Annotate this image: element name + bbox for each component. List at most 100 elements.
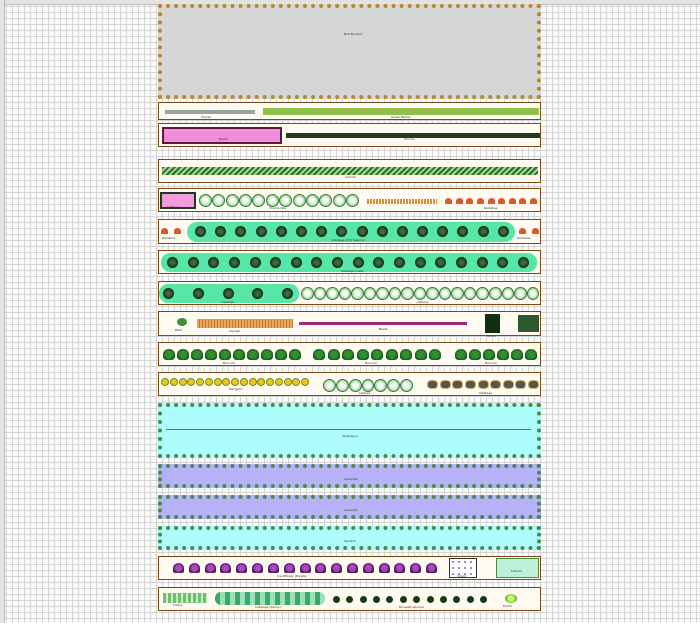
beets-row[interactable] — [299, 322, 467, 325]
plant-label: Spinach — [344, 539, 356, 543]
chamomile-row[interactable] — [199, 193, 359, 207]
marigold-plant — [187, 377, 196, 386]
plant-label: Brussels Sprouts — [399, 605, 424, 609]
plant-label: Lettuce — [167, 205, 179, 209]
plant-label: Cabbage (Savoy) — [255, 605, 281, 609]
carrot-strip[interactable] — [367, 199, 437, 204]
garden-bed-16[interactable]: Cauliflower (Purple) Chard Lettuce — [158, 556, 541, 580]
plant-label: Green Beans — [391, 115, 411, 119]
lettuce-plant — [413, 287, 427, 300]
garden-bed-4[interactable]: Carrots — [158, 159, 541, 183]
lettuce-plant — [463, 287, 477, 300]
cabbage-plant — [332, 256, 344, 268]
marigold-plant — [266, 377, 274, 386]
radishes-right[interactable] — [519, 227, 539, 235]
radish-plant — [455, 198, 463, 204]
cabbage-plant — [208, 256, 220, 268]
broccoli-plant — [261, 348, 273, 360]
cauliflower-plant — [236, 563, 248, 573]
plant-label: Celery — [173, 603, 183, 607]
lettuce-plant — [426, 287, 439, 300]
lettuce-plant — [476, 287, 489, 300]
cabbage-plant — [455, 256, 467, 268]
cabbage-plant — [477, 225, 489, 237]
cauliflower-purple-row[interactable] — [173, 562, 437, 574]
broccoli-row-1[interactable] — [163, 347, 301, 361]
garden-bed-6[interactable]: Radishes Cabbage (Mid Season) Radishes — [158, 219, 541, 244]
radish-plant — [532, 228, 539, 234]
broccoli-row-2[interactable] — [313, 347, 441, 361]
plant-label: Marigold — [229, 387, 242, 391]
garden-bed-11[interactable]: Marigold Lettuce Potatoes — [158, 372, 541, 396]
marigold-plant — [301, 377, 309, 386]
marigold-row[interactable] — [161, 377, 309, 386]
broccoli-plant — [497, 348, 509, 360]
marigold-plant — [239, 377, 248, 386]
plant-label: Cabbage (Late) — [341, 269, 365, 273]
lettuce-box[interactable] — [518, 315, 539, 332]
plant-label: Cabbage (Mid Season) — [331, 238, 365, 242]
lettuce-row[interactable] — [323, 378, 414, 392]
cabbage-plant — [167, 256, 178, 268]
sprout-plant — [466, 595, 474, 603]
sprout-plant — [426, 595, 434, 603]
lettuce-row[interactable] — [301, 287, 540, 300]
garden-bed-5[interactable]: Lettuce Chamomile Radishes — [158, 188, 541, 212]
lettuce-patch[interactable] — [496, 558, 539, 578]
garden-bed-12[interactable]: Asparagus — [158, 403, 541, 458]
garden-bed-10[interactable]: Broccoli Broccoli Broccoli — [158, 342, 541, 366]
broccoli-plant — [327, 348, 340, 360]
lettuce-plant — [400, 378, 414, 392]
cabbage-plant — [187, 256, 199, 268]
radish-plant — [508, 198, 516, 204]
basil-plant[interactable] — [177, 318, 187, 326]
beets-patch[interactable] — [162, 127, 282, 144]
plant-label: Lavender — [344, 508, 359, 512]
celery-row[interactable] — [163, 593, 207, 603]
garden-bed-13[interactable]: Lavender — [158, 464, 541, 488]
plant-label: Broccoli — [365, 361, 377, 365]
garden-bed-15[interactable]: Spinach — [158, 526, 541, 550]
garden-bed-3[interactable]: Beets Onions — [158, 123, 541, 147]
brussels-sprouts-row[interactable] — [333, 595, 487, 603]
cauliflower-plant — [204, 563, 216, 573]
green-beans-row[interactable] — [263, 108, 539, 115]
plant-label: Beets — [219, 137, 228, 141]
cabbage-savoy-row[interactable] — [215, 592, 325, 605]
chamomile-plant — [332, 193, 346, 207]
cauliflower-plant — [346, 563, 358, 573]
cabbage-plant — [396, 225, 408, 237]
garden-bed-9[interactable]: Basil Squash Beets Onion — [158, 311, 541, 338]
lettuce-plant — [338, 287, 352, 300]
plant-label: Potatoes — [479, 391, 492, 395]
herb-plant[interactable] — [505, 594, 517, 603]
squash-row[interactable] — [197, 319, 293, 328]
radish-plant — [519, 198, 527, 204]
lettuce-plant — [488, 287, 502, 300]
garden-bed-17[interactable]: Celery Cabbage (Savoy) Brussels Sprouts … — [158, 587, 541, 611]
broccoli-plant — [275, 348, 287, 360]
radishes-row[interactable] — [445, 197, 537, 205]
radishes-left[interactable] — [161, 227, 181, 235]
garden-bed-7[interactable]: Cabbage (Late) — [158, 250, 541, 274]
potatoes-row[interactable] — [427, 380, 539, 389]
bed-label: Bed Borders — [344, 32, 363, 36]
carrots-row[interactable] — [162, 167, 538, 175]
garden-bed-14[interactable]: Lavender — [158, 495, 541, 519]
broccoli-plant — [219, 348, 231, 360]
garden-bed-1[interactable]: Bed Borders — [158, 4, 541, 99]
cabbage-plants — [163, 287, 293, 300]
plant-label: Cauliflower (Purple) — [277, 574, 307, 578]
cabbage-plant — [282, 288, 293, 299]
cabbage-plant — [290, 256, 302, 268]
sprout-plant — [359, 595, 367, 603]
garden-bed-2[interactable]: Chives Green Beans — [158, 102, 541, 120]
marigold-plant — [178, 377, 187, 386]
cabbage-plant — [249, 256, 261, 268]
garden-bed-8[interactable]: Cabbage Lettuce — [158, 281, 541, 305]
broccoli-row-3[interactable] — [455, 347, 537, 361]
chives-row[interactable] — [165, 110, 255, 114]
cabbage-plant — [215, 225, 227, 237]
onion-box[interactable] — [485, 314, 500, 333]
potato-plant — [528, 380, 539, 389]
